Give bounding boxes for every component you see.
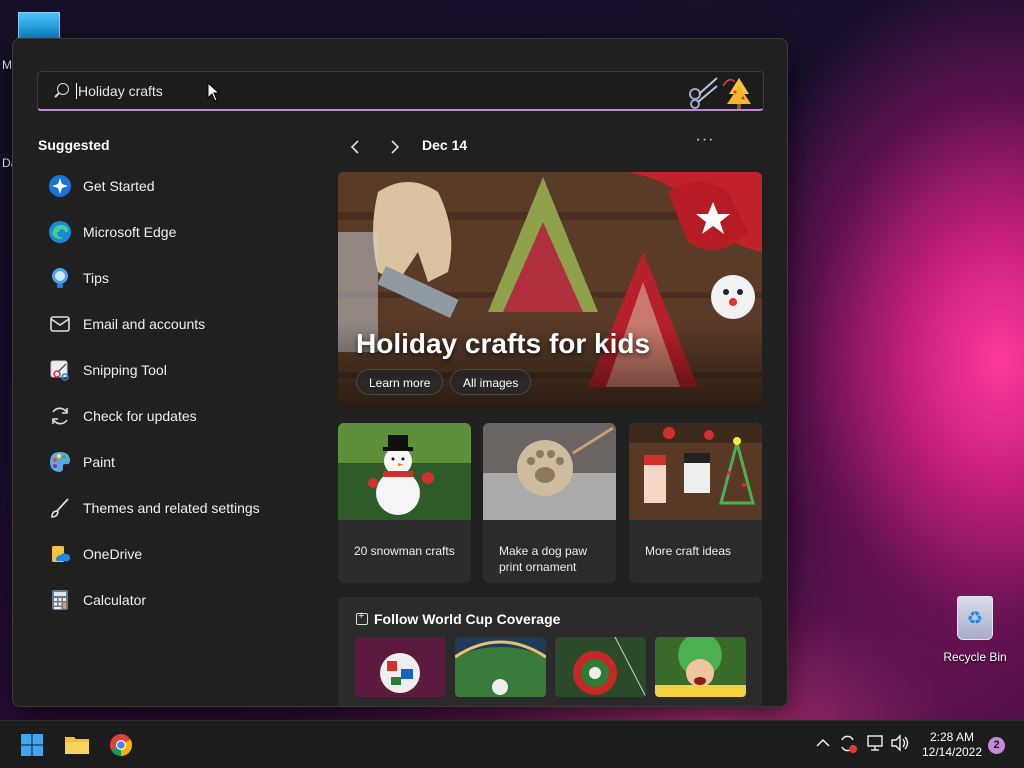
suggested-item-check-for-updates[interactable]: Check for updates <box>37 393 307 439</box>
sync-alert-icon <box>841 735 857 753</box>
suggested-item-themes[interactable]: Themes and related settings <box>37 485 307 531</box>
previous-day-button[interactable] <box>343 135 367 159</box>
learn-more-button[interactable]: Learn more <box>356 369 444 395</box>
taskbar: 2:28 AM 12/14/2022 2 <box>0 720 1024 768</box>
search-box[interactable] <box>37 71 764 111</box>
network-icon <box>867 735 883 751</box>
holiday-decoration-icon <box>689 77 751 109</box>
card-caption: More craft ideas <box>645 544 732 558</box>
edge-icon <box>47 219 73 245</box>
clock-date: 12/14/2022 <box>921 745 983 759</box>
search-panel: Suggested Get Started Microsoft Edge Tip… <box>12 38 788 707</box>
file-explorer-button[interactable] <box>61 729 93 761</box>
network-button[interactable] <box>866 734 886 755</box>
suggested-item-label: Themes and related settings <box>83 500 260 516</box>
suggested-item-tips[interactable]: Tips <box>37 255 307 301</box>
world-cup-image-4 <box>655 637 746 697</box>
suggested-item-label: OneDrive <box>83 546 143 562</box>
calculator-icon <box>47 587 73 613</box>
refresh-icon <box>47 403 73 429</box>
world-cup-title: Follow World Cup Coverage <box>374 611 561 627</box>
suggested-item-label: Get Started <box>83 178 155 194</box>
brush-icon <box>47 495 73 521</box>
chevron-left-icon <box>350 140 359 154</box>
card-caption: Make a dog paw print ornament <box>499 544 588 574</box>
clock-time: 2:28 AM <box>929 730 975 744</box>
card-dog-paw-ornament[interactable]: Make a dog paw print ornament <box>483 423 616 583</box>
world-cup-image-2 <box>455 637 546 697</box>
all-images-button[interactable]: All images <box>450 369 532 395</box>
recycle-bin[interactable]: ♻ Recycle Bin <box>940 596 1010 664</box>
card-snowman-crafts[interactable]: 20 snowman crafts <box>338 423 471 583</box>
chrome-button[interactable] <box>105 729 137 761</box>
suggested-item-get-started[interactable]: Get Started <box>37 163 307 209</box>
paw-ornament-image <box>483 423 616 520</box>
suggested-item-label: Microsoft Edge <box>83 224 177 240</box>
card-more-craft-ideas[interactable]: More craft ideas <box>629 423 762 583</box>
suggested-item-label: Snipping Tool <box>83 362 167 378</box>
chevron-right-icon <box>391 140 400 154</box>
onedrive-icon <box>47 541 73 567</box>
suggested-item-snipping-tool[interactable]: Snipping Tool <box>37 347 307 393</box>
suggested-item-microsoft-edge[interactable]: Microsoft Edge <box>37 209 307 255</box>
suggested-item-label: Paint <box>83 454 115 470</box>
suggested-title: Suggested <box>38 137 110 153</box>
volume-button[interactable] <box>890 734 910 755</box>
snipping-tool-icon <box>47 357 73 383</box>
recycle-bin-label: Recycle Bin <box>943 650 1007 664</box>
hero-card[interactable]: Holiday crafts for kids Learn more All i… <box>338 172 762 410</box>
world-cup-image-3 <box>555 637 646 697</box>
notification-badge[interactable]: 2 <box>988 737 1005 754</box>
craft-ideas-image <box>629 423 762 520</box>
suggested-item-label: Calculator <box>83 592 147 608</box>
card-caption: 20 snowman crafts <box>354 544 455 558</box>
mouse-cursor-icon <box>207 82 221 102</box>
suggested-item-calculator[interactable]: Calculator <box>37 577 307 623</box>
world-cup-card[interactable]: Follow World Cup Coverage <box>338 597 762 706</box>
chrome-icon <box>110 734 132 756</box>
paint-icon <box>47 449 73 475</box>
suggested-item-label: Check for updates <box>83 408 197 424</box>
hero-title: Holiday crafts for kids <box>356 328 651 359</box>
next-day-button[interactable] <box>383 135 407 159</box>
suggested-item-email-and-accounts[interactable]: Email and accounts <box>37 301 307 347</box>
clock[interactable]: 2:28 AM 12/14/2022 <box>918 730 986 760</box>
snowman-image <box>338 423 471 520</box>
search-icon <box>52 82 70 100</box>
suggested-item-paint[interactable]: Paint <box>37 439 307 485</box>
windows-icon <box>21 734 43 756</box>
show-hidden-icons-button[interactable] <box>816 735 830 751</box>
desktop-label-partial: M <box>2 58 12 72</box>
update-status-button[interactable] <box>838 734 858 757</box>
suggested-item-label: Tips <box>83 270 109 286</box>
more-options-button[interactable]: ··· <box>691 131 719 155</box>
recycle-bin-icon: ♻ <box>957 596 993 640</box>
folder-icon <box>65 737 89 754</box>
speaker-icon <box>891 734 909 752</box>
get-started-icon <box>47 173 73 199</box>
follow-icon <box>356 610 368 625</box>
world-cup-image-1 <box>355 637 446 697</box>
suggested-item-onedrive[interactable]: OneDrive <box>37 531 307 577</box>
suggested-list: Get Started Microsoft Edge Tips Email an… <box>37 163 307 623</box>
chevron-up-icon <box>816 738 830 747</box>
tips-icon <box>47 265 73 291</box>
start-button[interactable] <box>16 729 48 761</box>
search-input[interactable] <box>76 82 636 99</box>
suggested-item-label: Email and accounts <box>83 316 206 332</box>
mail-icon <box>47 311 73 337</box>
feed-date: Dec 14 <box>422 137 468 153</box>
